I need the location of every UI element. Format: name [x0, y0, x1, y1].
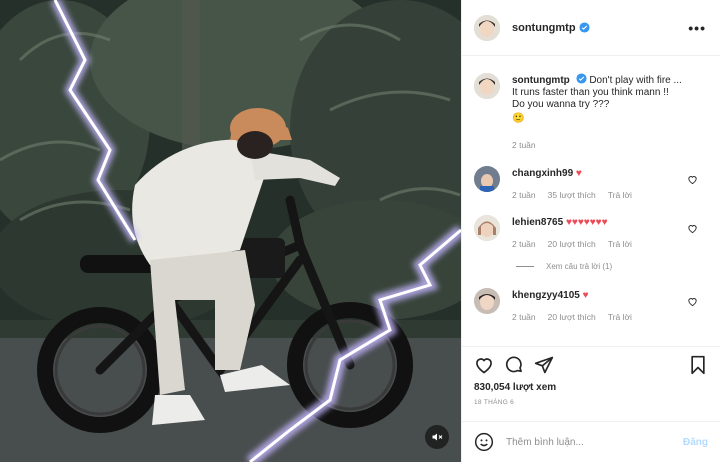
post-comment-button[interactable]: Đăng: [683, 437, 708, 448]
caption-emoji: 🙂: [512, 113, 525, 124]
comment-item: changxinh99 ♥ 2 tuần 35 lượt thích Trả l…: [474, 166, 708, 201]
like-comment-heart-icon[interactable]: [687, 223, 698, 234]
caption-line-3: Do you wanna try ???: [512, 99, 610, 110]
caption: sontungmtp Don't play with fire ... It r…: [474, 73, 708, 151]
header-username[interactable]: sontungmtp: [512, 22, 576, 34]
comment-input[interactable]: Thêm bình luận...: [506, 437, 683, 448]
post-header: sontungmtp •••: [462, 0, 720, 56]
comment-text: ♥: [575, 168, 582, 179]
video-frame-illustration: [0, 0, 461, 462]
avatar[interactable]: [474, 73, 500, 99]
caption-line-1: Don't play with fire ...: [589, 75, 682, 86]
share-paper-plane-icon[interactable]: [534, 355, 554, 375]
like-comment-heart-icon[interactable]: [687, 296, 698, 307]
reply-button[interactable]: Trả lời: [608, 189, 632, 201]
avatar[interactable]: [474, 14, 500, 41]
comment-likes[interactable]: 20 lượt thích: [548, 238, 596, 250]
comment-text: ♥: [582, 290, 589, 301]
like-heart-icon[interactable]: [474, 355, 494, 375]
profile-picture: [474, 166, 500, 192]
reply-button[interactable]: Trả lời: [608, 311, 632, 323]
avatar[interactable]: [474, 215, 500, 241]
save-bookmark-icon[interactable]: [688, 355, 708, 375]
avatar[interactable]: [474, 288, 500, 314]
divider: [516, 266, 534, 267]
comment-bubble-icon[interactable]: [504, 355, 524, 375]
emoji-icon[interactable]: [474, 432, 494, 452]
mute-button[interactable]: [425, 425, 449, 449]
profile-picture: [474, 14, 500, 41]
comment-time[interactable]: 2 tuần: [512, 189, 536, 201]
comment-username[interactable]: khengzyy4105: [512, 290, 580, 301]
comment-item: khengzyy4105 ♥ 2 tuần 20 lượt thích Trả …: [474, 288, 708, 323]
caption-line-2: It runs faster than you think mann !!: [512, 87, 669, 98]
view-replies-button[interactable]: Xem câu trả lời (1): [516, 262, 708, 271]
speaker-muted-icon: [432, 433, 443, 441]
instagram-post: sontungmtp ••• sontungmtp Don't play wit…: [0, 0, 720, 462]
profile-picture: [474, 215, 500, 241]
post-date[interactable]: 18 THÁNG 6: [474, 399, 708, 406]
post-actions: 830,054 lượt xem 18 THÁNG 6: [462, 346, 720, 406]
profile-picture: [474, 288, 500, 314]
reply-button[interactable]: Trả lời: [608, 238, 632, 250]
comment-username[interactable]: lehien8765: [512, 217, 563, 228]
caption-time[interactable]: 2 tuần: [512, 139, 536, 151]
caption-username[interactable]: sontungmtp: [512, 75, 570, 86]
comments-list[interactable]: sontungmtp Don't play with fire ... It r…: [462, 56, 720, 346]
comment-username[interactable]: changxinh99: [512, 168, 573, 179]
view-replies-label: Xem câu trả lời (1): [546, 262, 613, 271]
view-count[interactable]: 830,054 lượt xem: [474, 382, 708, 393]
add-comment-bar: Thêm bình luận... Đăng: [462, 421, 720, 462]
comment-item: lehien8765 ♥♥♥♥♥♥♥ 2 tuần 20 lượt thích …: [474, 215, 708, 250]
comment-likes[interactable]: 35 lượt thích: [548, 189, 596, 201]
comment-text: ♥♥♥♥♥♥♥: [565, 217, 608, 228]
comment-likes[interactable]: 20 lượt thích: [548, 311, 596, 323]
verified-badge-icon: [579, 22, 590, 33]
like-comment-heart-icon[interactable]: [687, 174, 698, 185]
comment-time[interactable]: 2 tuần: [512, 311, 536, 323]
post-side-panel: sontungmtp ••• sontungmtp Don't play wit…: [461, 0, 720, 462]
verified-badge-icon: [576, 73, 587, 84]
comment-time[interactable]: 2 tuần: [512, 238, 536, 250]
more-options-button[interactable]: •••: [688, 20, 706, 36]
post-video[interactable]: [0, 0, 461, 462]
profile-picture: [474, 73, 500, 99]
avatar[interactable]: [474, 166, 500, 192]
